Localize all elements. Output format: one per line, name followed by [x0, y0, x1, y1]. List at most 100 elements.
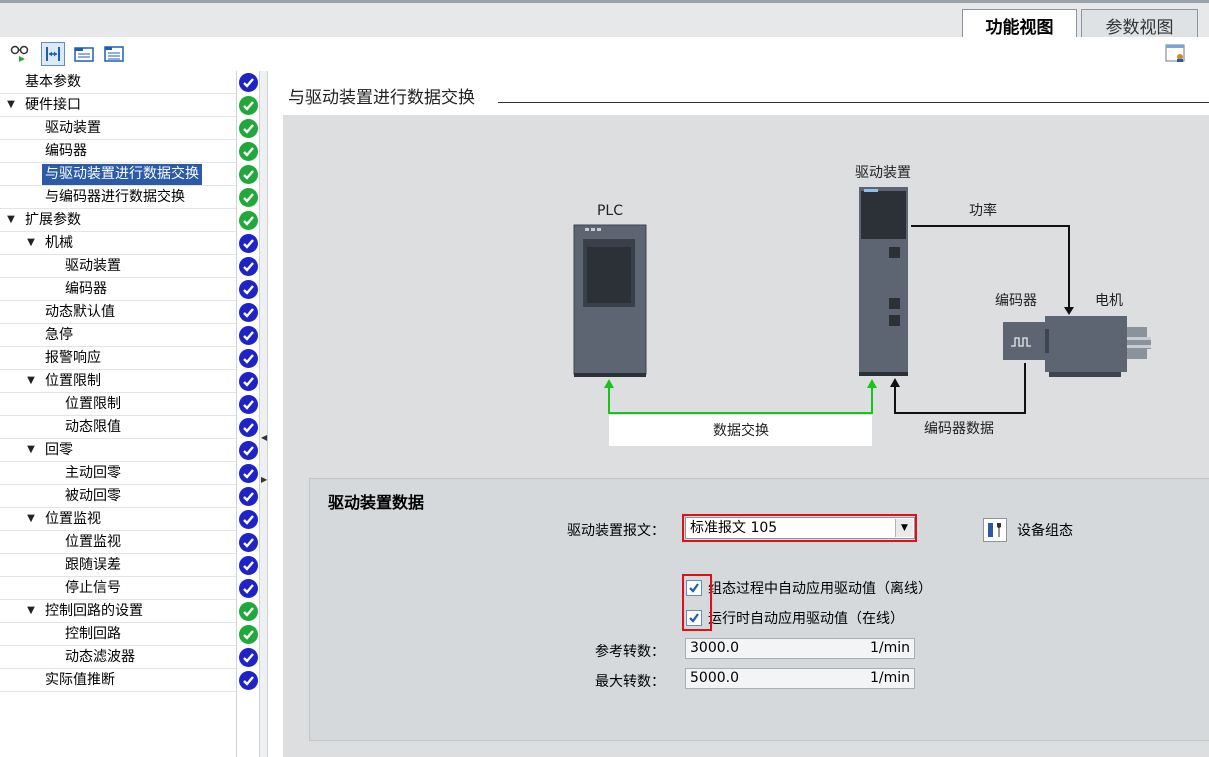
list-icon[interactable]: [102, 42, 126, 66]
expand-arrow-icon[interactable]: ▼: [4, 98, 18, 112]
tree-item-label: 急停: [45, 327, 73, 343]
status-check-icon: [239, 372, 258, 391]
status-check-icon: [239, 326, 258, 345]
ref-speed-label: 参考转数：: [595, 644, 665, 660]
expand-arrow-icon[interactable]: ▼: [24, 236, 38, 250]
tree-item[interactable]: ▼ 扩展参数: [0, 209, 236, 232]
status-check-icon: [239, 625, 258, 644]
wrench-icon: [983, 518, 1007, 542]
status-check-icon: [239, 234, 258, 253]
window-layout-icon[interactable]: [1165, 44, 1187, 64]
tree-item[interactable]: 主动回零: [0, 462, 236, 485]
status-check-icon: [239, 533, 258, 552]
tree-item-label: 扩展参数: [25, 212, 81, 228]
tree-item-label: 基本参数: [25, 74, 81, 90]
status-check-icon: [239, 349, 258, 368]
tree-item[interactable]: 被动回零: [0, 485, 236, 508]
tree-item[interactable]: ▼ 位置监视: [0, 508, 236, 531]
tree-item-label: 位置监视: [65, 534, 121, 550]
tree-item[interactable]: 与编码器进行数据交换: [0, 186, 236, 209]
folder-icon[interactable]: [72, 42, 96, 66]
tree-item[interactable]: 驱动装置: [0, 117, 236, 140]
panel-splitter[interactable]: ◀ ▶: [259, 71, 268, 757]
status-check-icon: [239, 142, 258, 161]
tree-item-label: 驱动装置: [65, 258, 121, 274]
tree-item[interactable]: ▼ 机械: [0, 232, 236, 255]
auto-online-option[interactable]: 运行时自动应用驱动值（在线）: [686, 607, 904, 629]
encoder-device: [1003, 322, 1049, 360]
max-speed-label: 最大转数：: [595, 674, 665, 690]
tree-item[interactable]: 位置监视: [0, 531, 236, 554]
toolbar: [0, 37, 1209, 71]
ref-speed-field[interactable]: 3000.0 1/min: [685, 638, 915, 659]
encoder-data-arrow: [890, 378, 900, 387]
power-arrow: [1064, 307, 1074, 315]
tree-item[interactable]: 基本参数: [0, 71, 236, 94]
ref-speed-unit: 1/min: [869, 640, 910, 656]
glasses-icon[interactable]: [8, 42, 32, 66]
auto-offline-label: 组态过程中自动应用驱动值（离线）: [708, 581, 932, 597]
view-tab-bar: 功能视图 参数视图: [0, 0, 1209, 41]
tree-item-label: 报警响应: [45, 350, 101, 366]
tree-item[interactable]: 动态限值: [0, 416, 236, 439]
collapse-left-icon[interactable]: ◀: [261, 431, 267, 445]
expand-arrow-icon[interactable]: ▼: [24, 512, 38, 526]
data-exchange-arrow-left: [604, 379, 614, 388]
drive-data-panel: 驱动装置数据 驱动装置报文： 标准报文 105 ▼ 设备组态 组态过程中自动应用…: [309, 478, 1209, 741]
tree-item[interactable]: 跟随误差: [0, 554, 236, 577]
tree-item[interactable]: 停止信号: [0, 577, 236, 600]
expand-arrow-icon[interactable]: ▼: [24, 443, 38, 457]
ref-speed-value: 3000.0: [690, 640, 739, 656]
status-check-icon: [239, 395, 258, 414]
tree-item[interactable]: ▼ 控制回路的设置: [0, 600, 236, 623]
expand-arrow-icon[interactable]: ▼: [24, 604, 38, 618]
expand-arrow-icon[interactable]: ▼: [24, 374, 38, 388]
tree-item[interactable]: 编码器: [0, 278, 236, 301]
drive-data-exchange-diagram: PLC 驱动装置 功率 电机 编码器 编码器数据 数据交换: [573, 165, 1151, 446]
device-config-button[interactable]: 设备组态: [983, 517, 1073, 543]
tree-item[interactable]: 实际值推断: [0, 669, 236, 692]
drive-data-title: 驱动装置数据: [328, 493, 425, 512]
status-check-icon: [239, 188, 258, 207]
data-exchange-label: 数据交换: [713, 422, 769, 439]
tree-item-label: 驱动装置: [45, 120, 101, 136]
status-check-icon: [239, 441, 258, 460]
tab-parameter-view[interactable]: 参数视图: [1081, 9, 1198, 40]
tree-item-label: 位置监视: [45, 511, 101, 527]
tree-item[interactable]: 动态默认值: [0, 301, 236, 324]
data-exchange-arrow-right: [867, 379, 877, 388]
expand-horizontal-icon[interactable]: [41, 42, 65, 66]
tree-item[interactable]: 与驱动装置进行数据交换: [0, 163, 236, 186]
tree-item[interactable]: 编码器: [0, 140, 236, 163]
motor-label: 电机: [1095, 293, 1123, 309]
tree-item-label: 位置限制: [65, 396, 121, 412]
tree-item-label: 硬件接口: [25, 97, 81, 113]
motor-device: [1045, 316, 1151, 377]
auto-offline-option[interactable]: 组态过程中自动应用驱动值（离线）: [686, 577, 932, 599]
tree-item-label: 控制回路: [65, 626, 121, 642]
status-check-icon: [239, 464, 258, 483]
tree-item-label: 被动回零: [65, 488, 121, 504]
tree-item[interactable]: ▼ 硬件接口: [0, 94, 236, 117]
tree-item-label: 回零: [45, 442, 73, 458]
status-check-icon: [239, 257, 258, 276]
expand-right-icon[interactable]: ▶: [261, 473, 267, 487]
navigation-tree: 基本参数 ▼ 硬件接口 驱动装置 编码器 与驱动装置进行数据交换 与编码器进行数据交换 ▼ 扩展…: [0, 71, 236, 757]
max-speed-value: 5000.0: [690, 670, 739, 686]
data-exchange-line: [608, 385, 873, 414]
tree-item-label: 与编码器进行数据交换: [45, 189, 185, 205]
max-speed-field[interactable]: 5000.0 1/min: [685, 668, 915, 689]
tree-item[interactable]: 报警响应: [0, 347, 236, 370]
tree-item-label: 停止信号: [65, 580, 121, 596]
tree-item[interactable]: 急停: [0, 324, 236, 347]
tree-item[interactable]: 驱动装置: [0, 255, 236, 278]
tree-item[interactable]: 动态滤波器: [0, 646, 236, 669]
tree-item[interactable]: 控制回路: [0, 623, 236, 646]
expand-arrow-icon[interactable]: ▼: [4, 213, 18, 227]
tree-item[interactable]: ▼ 回零: [0, 439, 236, 462]
tree-item-label: 位置限制: [45, 373, 101, 389]
status-check-icon: [239, 280, 258, 299]
tree-item[interactable]: ▼ 位置限制: [0, 370, 236, 393]
tree-item[interactable]: 位置限制: [0, 393, 236, 416]
tree-item-label: 跟随误差: [65, 557, 121, 573]
